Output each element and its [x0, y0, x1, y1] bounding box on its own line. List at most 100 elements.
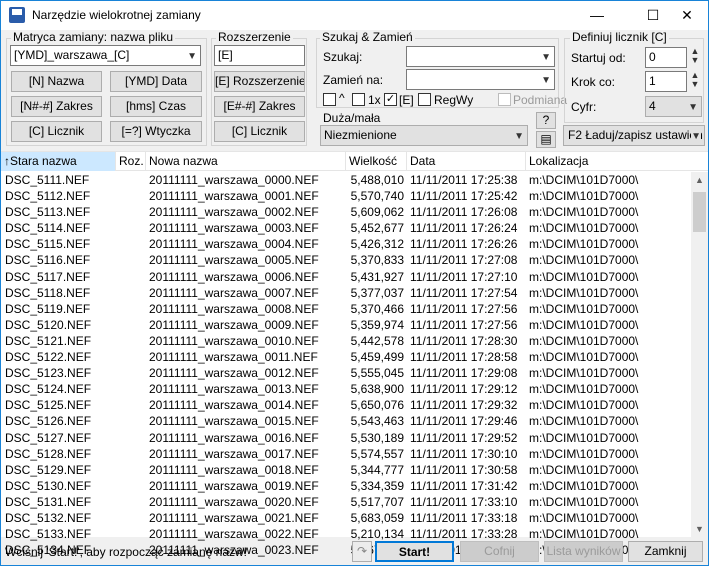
close-button[interactable]: Zamknij	[628, 541, 703, 562]
ext-range-button[interactable]: [E#-#] Zakres	[214, 96, 305, 117]
table-row[interactable]: DSC_5131.NEF 20111111_warszawa_0020.NEF 5,…	[1, 494, 691, 510]
col-date[interactable]: Data	[407, 152, 526, 171]
cell-location: m:\DCIM\101D7000\	[529, 205, 639, 220]
mask-input[interactable]: [YMD]_warszawa_[C] ▼	[10, 45, 201, 66]
cell-location: m:\DCIM\101D7000\	[529, 462, 639, 477]
ext-checkbox[interactable]: ✓	[384, 93, 397, 106]
cell-old-name: DSC_5118.NEF	[5, 285, 91, 300]
col-new-name[interactable]: Nowa nazwa	[146, 152, 346, 171]
table-row[interactable]: DSC_5124.NEF 20111111_warszawa_0013.NEF 5,…	[1, 381, 691, 397]
table-row[interactable]: DSC_5121.NEF 20111111_warszawa_0010.NEF 5,…	[1, 333, 691, 349]
extension-input[interactable]: [E]	[214, 45, 305, 66]
table-row[interactable]: DSC_5119.NEF 20111111_warszawa_0008.NEF 5,…	[1, 301, 691, 317]
table-row[interactable]: DSC_5112.NEF 20111111_warszawa_0001.NEF 5,…	[1, 188, 691, 204]
ext-counter-button[interactable]: [C] Licznik	[214, 121, 305, 142]
table-row[interactable]: DSC_5123.NEF 20111111_warszawa_0012.NEF 5,…	[1, 365, 691, 381]
col-location[interactable]: Lokalizacja	[526, 152, 708, 171]
mask-time-button[interactable]: [hms] Czas	[110, 96, 202, 117]
cell-location: m:\DCIM\101D7000\	[529, 317, 639, 332]
clipboard-button[interactable]: ▤	[536, 131, 556, 148]
list-rows: DSC_5111.NEF 20111111_warszawa_0000.NEF 5,…	[1, 172, 691, 558]
start-label: Startuj od:	[571, 51, 626, 65]
file-list[interactable]: ↑Stara nazwa Roz. Nowa nazwa Wielkość Da…	[1, 151, 708, 557]
load-save-settings[interactable]: F2 Ładuj/zapisz ustawien ▼	[563, 125, 705, 146]
cancel-button[interactable]: Cofnij	[460, 541, 539, 562]
table-row[interactable]: DSC_5116.NEF 20111111_warszawa_0005.NEF 5,…	[1, 252, 691, 268]
cell-size: 5,517,707	[350, 494, 404, 509]
find-input[interactable]: ▼	[406, 46, 555, 67]
cell-date: 11/11/2011 17:26:08	[410, 205, 518, 220]
col-old-name[interactable]: ↑Stara nazwa	[1, 152, 116, 171]
cell-location: m:\DCIM\101D7000\	[529, 253, 639, 268]
multi-rename-window: Narzędzie wielokrotnej zamiany — ☐ ✕ Mat…	[0, 0, 709, 566]
start-spin-icon[interactable]: ▲ ▼	[689, 47, 701, 67]
cell-size: 5,574,557	[350, 446, 404, 461]
table-row[interactable]: DSC_5130.NEF 20111111_warszawa_0019.NEF 5,…	[1, 478, 691, 494]
replace-input[interactable]: ▼	[406, 69, 555, 90]
help-button[interactable]: ?	[536, 112, 556, 129]
chevron-down-icon: ▼	[688, 102, 698, 113]
ext-extension-button[interactable]: [E] Rozszerzenie	[214, 71, 305, 92]
table-row[interactable]: DSC_5117.NEF 20111111_warszawa_0006.NEF 5,…	[1, 269, 691, 285]
table-row[interactable]: DSC_5113.NEF 20111111_warszawa_0002.NEF 5,…	[1, 204, 691, 220]
step-spin-icon[interactable]: ▲ ▼	[689, 71, 701, 91]
undo-icon[interactable]: ↷	[352, 541, 372, 562]
cell-date: 11/11/2011 17:27:10	[410, 269, 518, 284]
cell-size: 5,543,463	[350, 414, 404, 429]
step-input[interactable]: 1	[645, 71, 687, 92]
table-row[interactable]: DSC_5126.NEF 20111111_warszawa_0015.NEF 5,…	[1, 413, 691, 429]
cell-location: m:\DCIM\101D7000\	[529, 285, 639, 300]
cell-location: m:\DCIM\101D7000\	[529, 350, 639, 365]
result-list-button[interactable]: Lista wyników	[544, 541, 623, 562]
cell-location: m:\DCIM\101D7000\	[529, 430, 639, 445]
cell-date: 11/11/2011 17:29:12	[410, 382, 518, 397]
mask-date-button[interactable]: [YMD] Data	[110, 71, 202, 92]
regex-checkbox[interactable]	[418, 93, 431, 106]
cell-old-name: DSC_5114.NEF	[5, 221, 91, 236]
vertical-scrollbar[interactable]: ▲ ▼	[691, 172, 708, 538]
cell-old-name: DSC_5112.NEF	[5, 189, 91, 204]
title-bar[interactable]: Narzędzie wielokrotnej zamiany — ☐ ✕	[1, 1, 708, 30]
cell-date: 11/11/2011 17:33:18	[410, 510, 518, 525]
col-ext[interactable]: Roz.	[116, 152, 146, 171]
case-select[interactable]: Niezmienione ▼	[320, 125, 528, 146]
table-row[interactable]: DSC_5132.NEF 20111111_warszawa_0021.NEF 5,…	[1, 510, 691, 526]
table-row[interactable]: DSC_5120.NEF 20111111_warszawa_0009.NEF 5,…	[1, 317, 691, 333]
scroll-thumb[interactable]	[693, 192, 706, 232]
substitute-checkbox[interactable]	[498, 93, 511, 106]
table-row[interactable]: DSC_5115.NEF 20111111_warszawa_0004.NEF 5,…	[1, 236, 691, 252]
table-row[interactable]: DSC_5125.NEF 20111111_warszawa_0014.NEF 5,…	[1, 397, 691, 413]
cell-new-name: 20111111_warszawa_0019.NEF	[149, 478, 319, 493]
table-row[interactable]: DSC_5118.NEF 20111111_warszawa_0007.NEF 5,…	[1, 285, 691, 301]
mask-name-button[interactable]: [N] Nazwa	[11, 71, 102, 92]
cell-date: 11/11/2011 17:26:26	[410, 237, 518, 252]
mask-range-button[interactable]: [N#-#] Zakres	[11, 96, 102, 117]
table-row[interactable]: DSC_5128.NEF 20111111_warszawa_0017.NEF 5,…	[1, 446, 691, 462]
find-label: Szukaj:	[323, 50, 363, 64]
start-input[interactable]: 0	[645, 47, 687, 68]
table-row[interactable]: DSC_5122.NEF 20111111_warszawa_0011.NEF 5,…	[1, 349, 691, 365]
minimize-button[interactable]: —	[575, 1, 619, 30]
cell-new-name: 20111111_warszawa_0021.NEF	[149, 510, 319, 525]
table-row[interactable]: DSC_5127.NEF 20111111_warszawa_0016.NEF 5,…	[1, 430, 691, 446]
start-button[interactable]: Start!	[375, 541, 454, 562]
mask-plugin-button[interactable]: [=?] Wtyczka	[110, 121, 202, 142]
table-row[interactable]: DSC_5129.NEF 20111111_warszawa_0018.NEF 5,…	[1, 462, 691, 478]
scroll-down-icon[interactable]: ▼	[691, 521, 708, 538]
table-row[interactable]: DSC_5111.NEF 20111111_warszawa_0000.NEF 5,…	[1, 172, 691, 188]
mask-counter-button[interactable]: [C] Licznik	[11, 121, 102, 142]
cell-size: 5,452,677	[350, 221, 404, 236]
digits-select[interactable]: 4 ▼	[645, 96, 702, 117]
cell-old-name: DSC_5129.NEF	[5, 462, 92, 477]
cell-new-name: 20111111_warszawa_0007.NEF	[149, 285, 319, 300]
cell-location: m:\DCIM\101D7000\	[529, 494, 639, 509]
scroll-up-icon[interactable]: ▲	[691, 172, 708, 189]
caret-checkbox[interactable]	[323, 93, 336, 106]
cell-size: 5,334,359	[350, 478, 404, 493]
once-checkbox[interactable]	[352, 93, 365, 106]
close-window-button[interactable]: ✕	[665, 1, 709, 30]
counter-group-label: Definiuj licznik [C]	[570, 30, 669, 44]
col-size[interactable]: Wielkość	[346, 152, 407, 171]
mask-value: [YMD]_warszawa_[C]	[14, 48, 130, 62]
table-row[interactable]: DSC_5114.NEF 20111111_warszawa_0003.NEF 5,…	[1, 220, 691, 236]
